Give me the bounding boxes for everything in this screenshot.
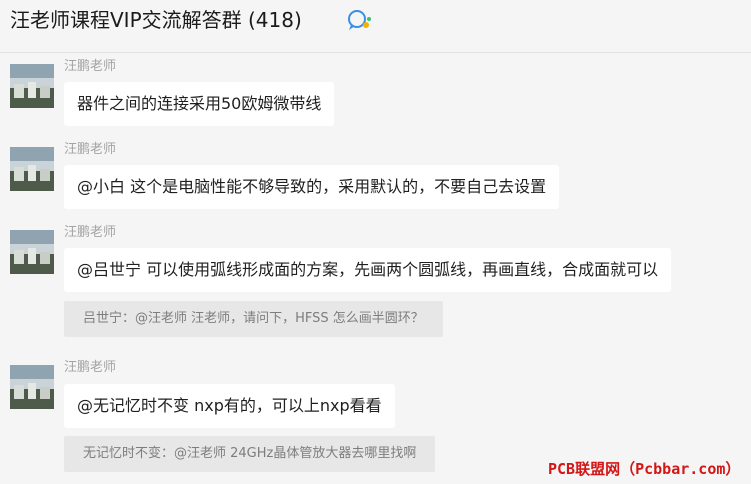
avatar[interactable] xyxy=(10,365,54,409)
site-watermark: PCB联盟网（Pcbbar.com） xyxy=(548,460,741,478)
message-bubble[interactable]: @吕世宁 可以使用弧线形成面的方案，先画两个圆弧线，再画直线，合成面就可以 xyxy=(64,248,672,292)
sender-name: 汪鹏老师 xyxy=(64,59,117,74)
avatar[interactable] xyxy=(10,147,54,191)
message-bubble[interactable]: @小白 这个是电脑性能不够导致的，采用默认的，不要自己去设置 xyxy=(64,165,560,209)
chat-header: 汪老师课程VIP交流解答群 (418) xyxy=(0,0,751,53)
quoted-message[interactable]: 吕世宁：@汪老师 汪老师，请问下，HFSS 怎么画半圆环？ xyxy=(64,301,443,337)
avatar[interactable] xyxy=(10,230,54,274)
sender-name: 汪鹏老师 xyxy=(64,142,117,157)
avatar[interactable] xyxy=(10,64,54,108)
sender-name: 汪鹏老师 xyxy=(64,360,117,375)
message-bubble[interactable]: 器件之间的连接采用50欧姆微带线 xyxy=(64,82,335,126)
chat-title[interactable]: 汪老师课程VIP交流解答群 (418) xyxy=(10,6,302,34)
group-chat-icon[interactable] xyxy=(346,9,372,31)
message-bubble[interactable]: @无记忆时不变 nxp有的，可以上nxp看看 xyxy=(64,384,395,428)
quoted-message[interactable]: 无记忆时不变：@汪老师 24GHz晶体管放大器去哪里找啊 xyxy=(64,436,436,472)
message-list[interactable]: 汪鹏老师 器件之间的连接采用50欧姆微带线 汪鹏老师 @小白 这个是电脑性能不够… xyxy=(0,53,751,484)
sender-name: 汪鹏老师 xyxy=(64,225,117,240)
